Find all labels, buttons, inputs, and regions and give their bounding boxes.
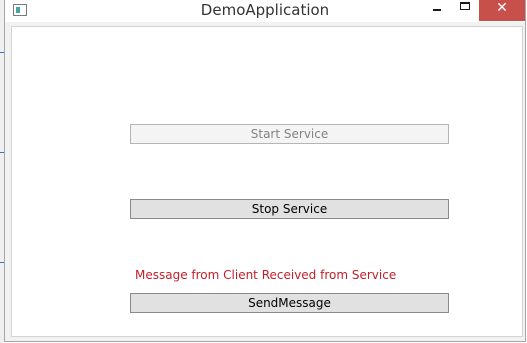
maximize-icon	[460, 2, 470, 10]
client-area: Start Service Stop Service Message from …	[11, 26, 523, 337]
start-service-button[interactable]: Start Service	[130, 124, 449, 144]
send-message-button[interactable]: SendMessage	[130, 293, 449, 313]
title-bar[interactable]: DemoApplication ✕	[5, 0, 525, 22]
stop-service-button[interactable]: Stop Service	[130, 199, 449, 219]
close-icon: ✕	[496, 0, 508, 16]
minimize-button[interactable]	[423, 0, 451, 21]
minimize-icon	[433, 9, 441, 11]
maximize-button[interactable]	[451, 0, 479, 21]
main-window: DemoApplication ✕ Start Service Stop Ser…	[4, 0, 526, 342]
close-button[interactable]: ✕	[479, 0, 525, 21]
message-status-label: Message from Client Received from Servic…	[135, 268, 397, 282]
